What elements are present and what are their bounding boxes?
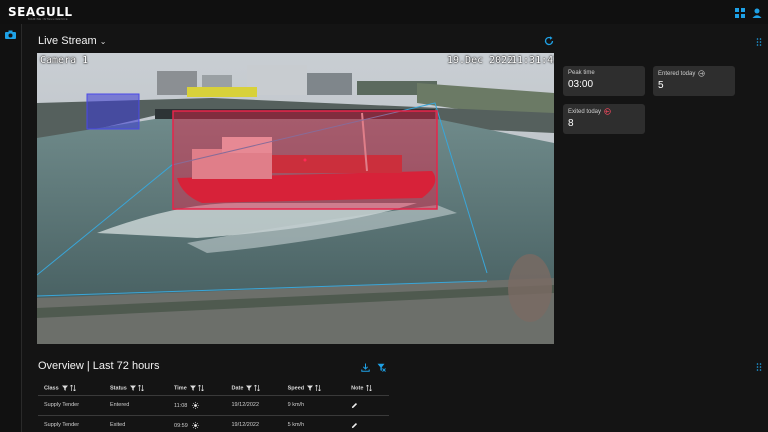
column-speed[interactable]: Speed [282,381,346,395]
video-time: 11:31:43 [511,55,554,66]
peak-time-card: Peak time 03:00 [563,66,645,96]
video-scene [37,53,554,344]
refresh-icon[interactable] [544,36,554,46]
cell-class: Supply Tender [38,414,105,432]
filter-icon[interactable] [61,385,68,391]
camera-label: Camera 1 [40,55,89,66]
dashboard-grid-icon[interactable] [735,8,745,18]
column-date[interactable]: Date [225,381,281,395]
exited-today-card: Exited today 8 [563,104,645,134]
sort-icon[interactable] [315,384,322,391]
detection-box-secondary[interactable] [86,93,140,130]
more-options-icon[interactable] [756,363,762,371]
sun-icon [191,401,199,409]
top-bar: SEAGULL MARINE INTELLIGENCE [0,0,768,24]
table-row[interactable]: Supply Tender Exited 09:59 19/12/2022 5 … [38,414,389,432]
filter-icon[interactable] [246,385,253,391]
filter-icon[interactable] [307,385,314,391]
column-time[interactable]: Time [168,381,225,395]
sort-icon[interactable] [197,384,204,391]
table-row[interactable]: Supply Tender Entered 11:08 19/12/2022 9… [38,394,389,415]
user-icon[interactable] [752,8,762,18]
overview-table: Class Status Time Date Speed Note Supply… [38,381,389,432]
clear-filter-icon[interactable] [377,363,386,372]
edit-note-icon[interactable] [351,402,358,409]
download-icon[interactable] [361,363,370,372]
chevron-down-icon: ⌄ [99,36,107,46]
cell-note [345,394,389,415]
overview-title: Overview | Last 72 hours [38,360,160,372]
live-stream-dropdown[interactable]: Live Stream ⌄ [38,35,106,47]
entered-today-card: Entered today 5 [653,66,735,96]
sort-icon[interactable] [366,384,373,391]
cell-class: Supply Tender [38,394,105,415]
cell-time: 09:59 [168,414,226,432]
entered-today-label: Entered today [658,70,696,77]
cell-date: 19/12/2022 [225,414,282,432]
peak-time-value: 03:00 [568,79,594,90]
table-header-row: Class Status Time Date Speed Note [38,381,389,395]
more-options-icon[interactable] [756,38,762,46]
live-stream-title: Live Stream [38,35,97,47]
sort-icon[interactable] [254,384,261,391]
video-date: 19.Dec 2022 [447,55,514,66]
cell-speed: 9 km/h [281,394,346,415]
column-note[interactable]: Note [345,381,389,395]
camera-icon[interactable] [5,30,16,39]
cell-status: Exited [104,414,169,432]
entered-today-value: 5 [658,80,664,91]
app-logo-tagline: MARINE INTELLIGENCE [28,17,68,21]
peak-time-label: Peak time [568,70,595,76]
column-status[interactable]: Status [104,381,168,395]
exit-icon [604,108,611,115]
sort-icon[interactable] [69,384,76,391]
cell-speed: 5 km/h [281,414,346,432]
cell-date: 19/12/2022 [225,394,282,415]
cell-time: 11:08 [168,394,226,415]
exited-today-label: Exited today [568,108,602,115]
enter-icon [698,70,706,77]
sun-icon [192,421,200,429]
edit-note-icon[interactable] [351,422,358,429]
sort-icon[interactable] [137,384,144,391]
filter-icon[interactable] [129,385,136,391]
left-sidebar [0,24,22,432]
column-class[interactable]: Class [38,381,104,395]
cell-status: Entered [104,394,169,415]
exited-today-value: 8 [568,118,574,129]
camera-video-feed[interactable]: Camera 1 19.Dec 2022 11:31:43 [37,53,554,344]
cell-note [345,414,389,432]
filter-icon[interactable] [189,385,196,391]
